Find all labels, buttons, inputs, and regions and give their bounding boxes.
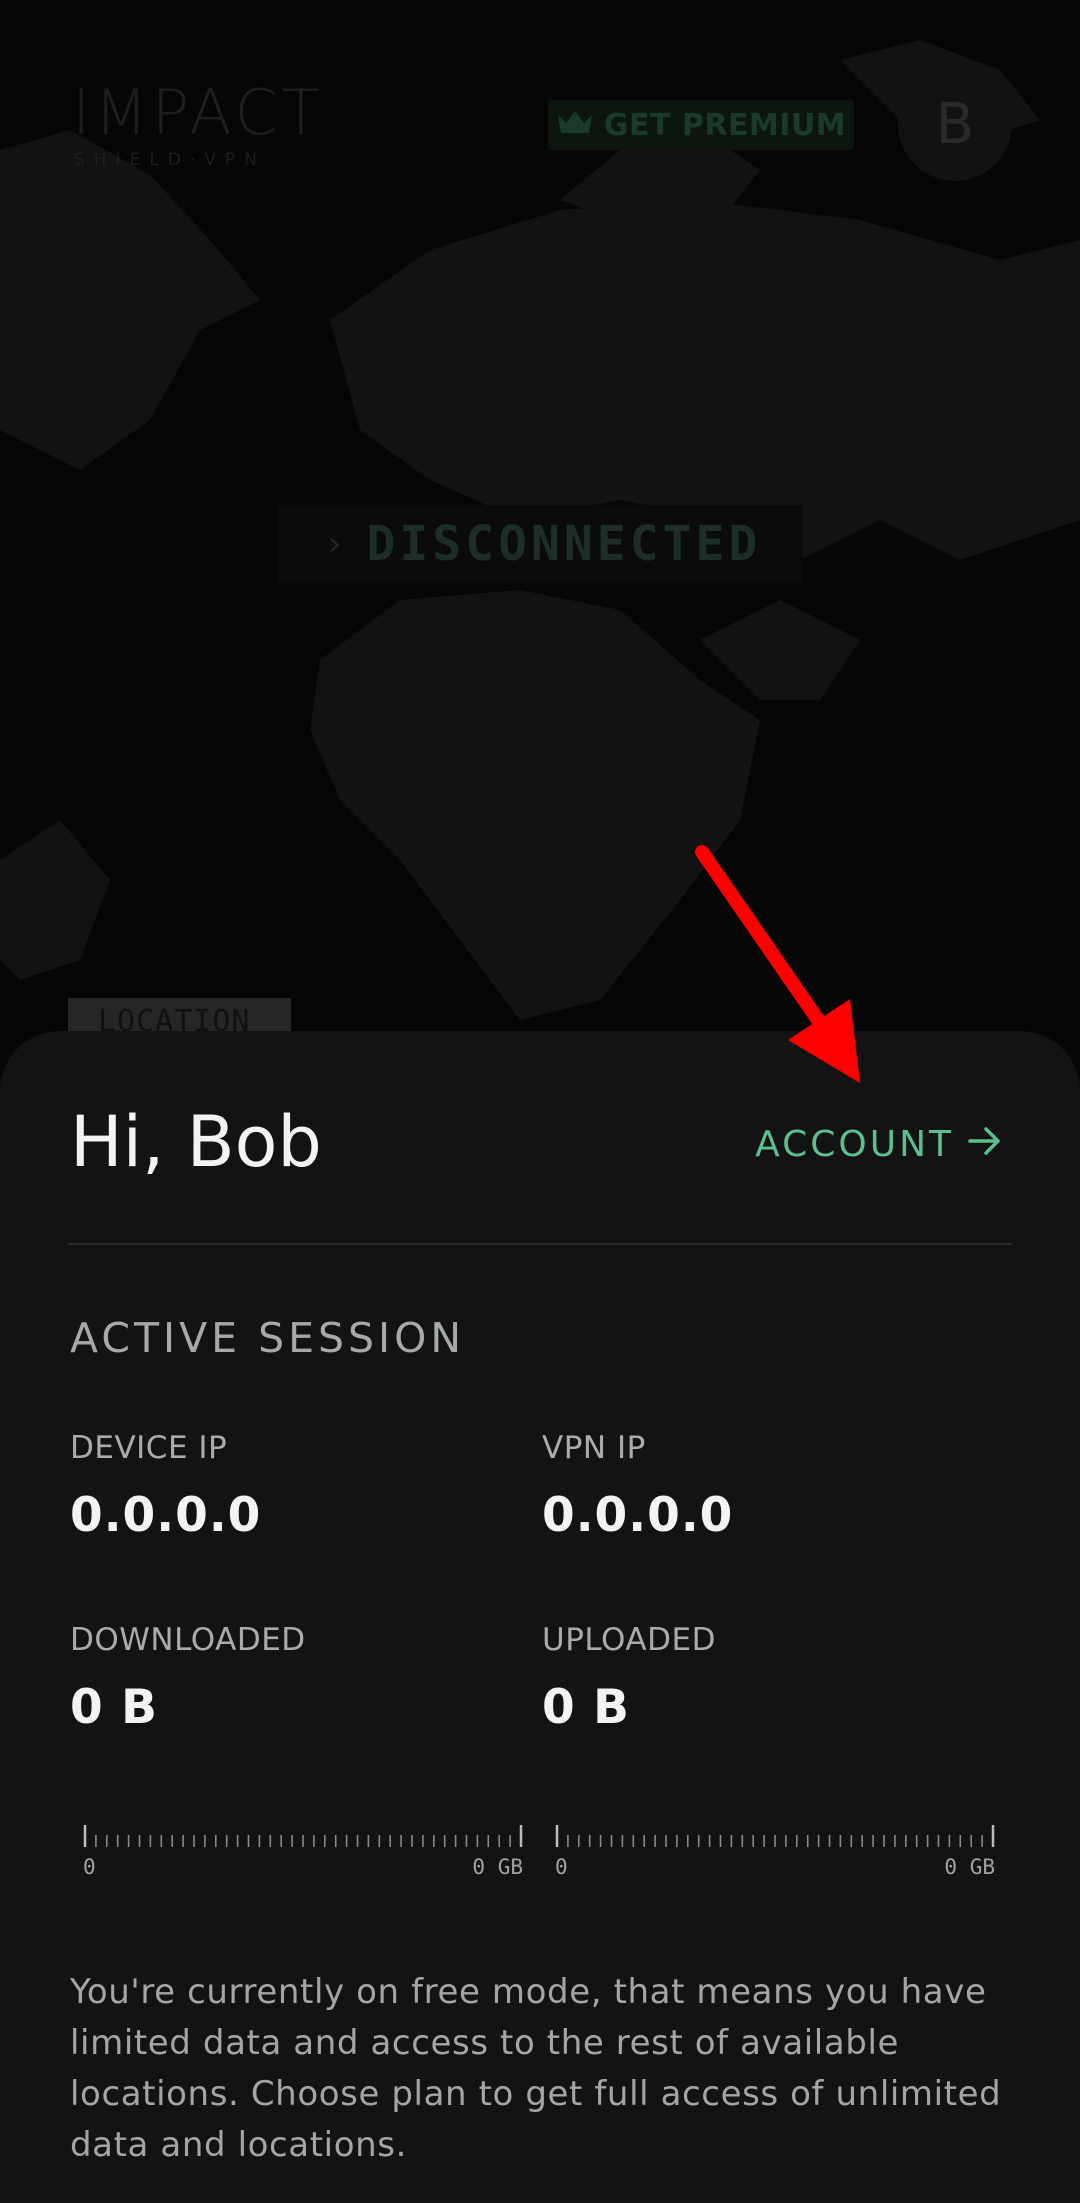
upload-gauge-max: 0 GB xyxy=(944,1855,995,1879)
downloaded-stat: DOWNLOADED 0 B xyxy=(70,1622,306,1735)
avatar-initial: B xyxy=(935,91,975,157)
connection-status-button[interactable]: › DISCONNECTED xyxy=(278,505,803,583)
get-premium-label: GET PREMIUM xyxy=(603,107,847,143)
uploaded-value: 0 B xyxy=(542,1680,630,1735)
download-gauge-ticks xyxy=(83,1825,523,1847)
upload-gauge: 0 0 GB xyxy=(555,1825,995,1879)
account-link[interactable]: ACCOUNT xyxy=(755,1124,1002,1165)
device-ip-label: DEVICE IP xyxy=(70,1430,228,1466)
downloaded-value: 0 B xyxy=(70,1680,158,1735)
get-premium-button[interactable]: GET PREMIUM xyxy=(548,100,854,150)
app-logo: IMPACT SHIELD·VPN xyxy=(72,76,324,171)
greeting-heading: Hi, Bob xyxy=(70,1101,322,1183)
logo-tagline: SHIELD·VPN xyxy=(74,150,266,170)
account-link-label: ACCOUNT xyxy=(755,1124,954,1165)
free-mode-notice: You're currently on free mode, that mean… xyxy=(70,1972,1002,2165)
upload-gauge-ticks xyxy=(555,1825,995,1847)
download-gauge-max: 0 GB xyxy=(472,1855,523,1879)
vpn-ip-stat: VPN IP 0.0.0.0 xyxy=(542,1430,733,1543)
download-gauge: 0 0 GB xyxy=(83,1825,523,1879)
crown-icon xyxy=(556,109,594,141)
vpn-ip-value: 0.0.0.0 xyxy=(542,1488,734,1543)
connection-status-label: DISCONNECTED xyxy=(366,516,762,572)
chevron-right-icon: › xyxy=(324,524,345,564)
active-session-heading: ACTIVE SESSION xyxy=(70,1314,466,1362)
user-avatar[interactable]: B xyxy=(898,67,1012,181)
downloaded-label: DOWNLOADED xyxy=(70,1622,306,1658)
upload-gauge-min: 0 xyxy=(555,1855,568,1879)
panel-divider xyxy=(68,1243,1012,1245)
vpn-ip-label: VPN IP xyxy=(542,1430,646,1466)
uploaded-stat: UPLOADED 0 B xyxy=(542,1622,716,1735)
arrow-right-icon xyxy=(968,1124,1002,1165)
logo-wordmark: IMPACT xyxy=(72,76,324,149)
download-gauge-min: 0 xyxy=(83,1855,96,1879)
uploaded-label: UPLOADED xyxy=(542,1622,716,1658)
device-ip-value: 0.0.0.0 xyxy=(70,1488,262,1543)
device-ip-stat: DEVICE IP 0.0.0.0 xyxy=(70,1430,261,1543)
